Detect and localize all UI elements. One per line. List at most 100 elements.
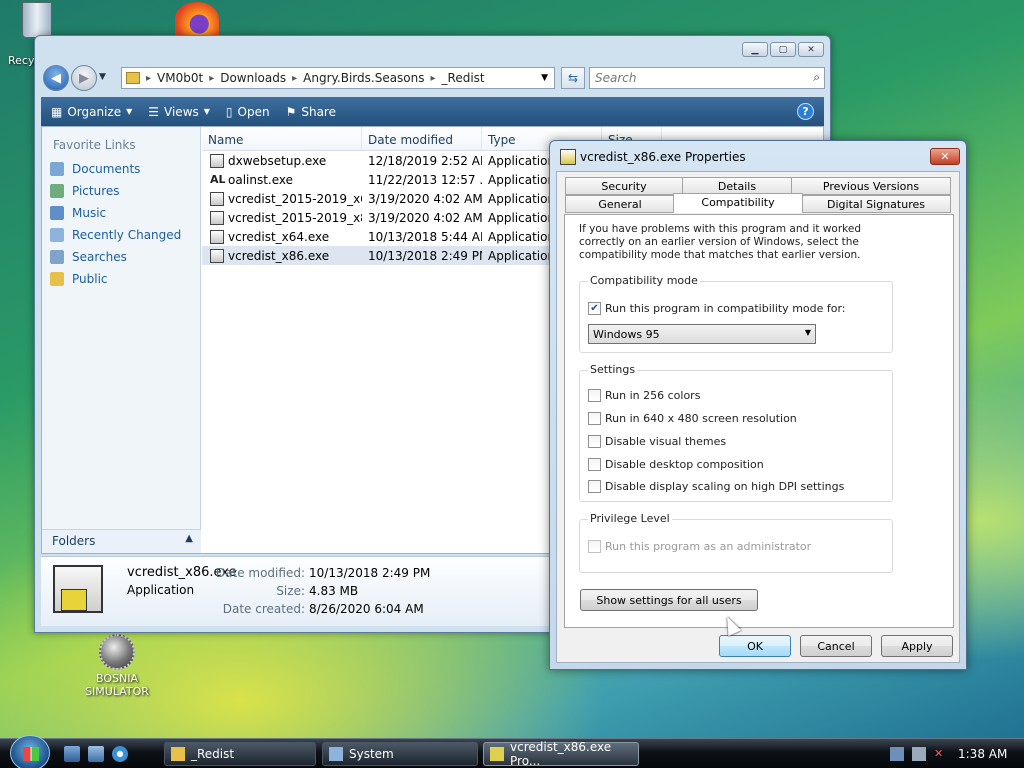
task-vcredist-properties[interactable]: vcredist_x86.exe Pro... [483, 740, 639, 768]
volume-muted-icon[interactable]: ✕ [934, 747, 948, 761]
close-button[interactable]: ✕ [930, 148, 960, 165]
file-date: 10/13/2018 2:49 PM [368, 248, 482, 263]
favorite-recently-changed[interactable]: Recently Changed [50, 224, 200, 246]
open-label: Open [237, 104, 270, 119]
recycle-bin-icon[interactable] [14, 2, 60, 38]
privilege-label: Privilege Level [588, 512, 672, 525]
disable-dpi-scaling-checkbox[interactable]: Disable display scaling on high DPI sett… [588, 480, 844, 493]
file-date: 12/18/2019 2:52 AM [368, 153, 482, 168]
chevron-down-icon: ▼ [126, 107, 133, 116]
minimize-button[interactable]: ▁ [742, 42, 768, 57]
network-icon[interactable] [890, 747, 904, 761]
run-as-admin-checkbox[interactable]: Run this program as an administrator [588, 540, 811, 553]
refresh-button[interactable]: ⇆ [561, 67, 585, 89]
compat-os-select[interactable]: Windows 95 ▼ [588, 324, 816, 344]
compat-mode-label: Run this program in compatibility mode f… [605, 302, 846, 315]
breadcrumb-redist[interactable]: _Redist [442, 71, 485, 85]
organize-button[interactable]: ▦ Organize ▼ [51, 105, 132, 119]
share-icon: ⚑ [285, 104, 297, 119]
recent-pages-chevron-icon[interactable]: ▼ [99, 72, 106, 82]
file-type: Application [488, 153, 552, 168]
run-256-colors-checkbox[interactable]: Run in 256 colors [588, 389, 700, 402]
run-640x480-checkbox[interactable]: Run in 640 x 480 screen resolution [588, 412, 797, 425]
favorite-label: Recently Changed [72, 228, 182, 242]
column-name[interactable]: Name [202, 127, 362, 150]
open-button[interactable]: ▯ Open [226, 105, 270, 119]
show-desktop-icon[interactable] [64, 746, 80, 762]
tab-compatibility[interactable]: Compatibility [673, 193, 803, 213]
installer-icon [210, 191, 224, 206]
start-button[interactable] [10, 735, 50, 768]
task-label: vcredist_x86.exe Pro... [510, 740, 612, 768]
task-system[interactable]: System [322, 742, 478, 766]
switch-windows-icon[interactable] [88, 746, 104, 762]
favorite-documents[interactable]: Documents [50, 158, 200, 180]
breadcrumb-downloads[interactable]: Downloads [220, 71, 286, 85]
tab-security[interactable]: Security [565, 177, 683, 195]
compat-mode-checkbox[interactable]: ✔ Run this program in compatibility mode … [588, 302, 846, 315]
installer-icon [210, 210, 224, 225]
size-label: Size: [276, 584, 305, 598]
installer-large-icon [53, 565, 103, 613]
help-icon[interactable]: ? [797, 103, 814, 120]
forward-button[interactable]: ▶ [71, 65, 97, 91]
close-button[interactable]: ✕ [798, 42, 824, 57]
file-date: 11/22/2013 12:57 ... [368, 172, 482, 187]
bosnia-label-2: SIMULATOR [85, 685, 149, 698]
tab-previous-versions[interactable]: Previous Versions [791, 177, 951, 195]
address-bar[interactable]: ▸ VM0b0t ▸ Downloads ▸ Angry.Birds.Seaso… [121, 67, 555, 89]
search-input[interactable]: Search ⌕ [589, 67, 825, 89]
checkmark-icon: ✔ [588, 302, 601, 315]
setting-label: Run in 256 colors [605, 389, 701, 402]
breadcrumb-angry-birds[interactable]: Angry.Birds.Seasons [303, 71, 424, 85]
apply-button[interactable]: Apply [881, 635, 953, 657]
favorite-public[interactable]: Public [50, 268, 200, 290]
breadcrumb-separator-icon: ▸ [430, 72, 436, 84]
ok-button[interactable]: OK [719, 635, 791, 657]
cancel-button[interactable]: Cancel [800, 635, 872, 657]
safely-remove-icon[interactable] [912, 747, 926, 761]
firefox-icon[interactable] [175, 2, 219, 36]
date-created-value: 8/26/2020 6:04 AM [309, 602, 424, 616]
column-date[interactable]: Date modified [362, 127, 482, 150]
file-type: Application [488, 229, 552, 244]
disable-desktop-composition-checkbox[interactable]: Disable desktop composition [588, 458, 764, 471]
maximize-button[interactable]: ▢ [770, 42, 796, 57]
folder-icon [126, 72, 140, 84]
favorite-music[interactable]: Music [50, 202, 200, 224]
tab-general[interactable]: General [565, 195, 675, 213]
clock[interactable]: 1:38 AM [958, 747, 1007, 761]
show-settings-all-users-button[interactable]: Show settings for all users [580, 589, 758, 611]
task-redist[interactable]: _Redist [164, 742, 316, 766]
recycle-bin-label: Recy [8, 54, 35, 67]
share-label: Share [301, 104, 336, 119]
search-icon[interactable]: ⌕ [813, 70, 820, 85]
views-label: Views [164, 104, 199, 119]
file-name: vcredist_2015-2019_x86... [228, 210, 362, 225]
favorite-searches[interactable]: Searches [50, 246, 200, 268]
installer-icon [210, 229, 224, 244]
date-created-label: Date created: [222, 602, 305, 616]
setup-icon [210, 153, 224, 168]
system-tray: ✕ 1:38 AM [884, 739, 1024, 768]
settings-label: Settings [588, 363, 638, 376]
tab-digital-signatures[interactable]: Digital Signatures [801, 195, 951, 213]
breadcrumb-vm0b0t[interactable]: VM0b0t [157, 71, 203, 85]
back-button[interactable]: ◀ [43, 65, 69, 91]
file-date: 3/19/2020 4:02 AM [368, 191, 482, 206]
bosnia-simulator-icon[interactable]: BOSNIA SIMULATOR [78, 634, 156, 698]
searches-icon [50, 250, 64, 264]
compatibility-panel: If you have problems with this program a… [564, 214, 954, 628]
views-button[interactable]: ☰ Views ▼ [148, 105, 210, 119]
file-date: 3/19/2020 4:02 AM [368, 210, 482, 225]
favorite-pictures[interactable]: Pictures [50, 180, 200, 202]
folders-toggle[interactable]: Folders ▲ [42, 529, 201, 553]
internet-explorer-icon[interactable] [112, 746, 128, 762]
properties-dialog: vcredist_x86.exe Properties ✕ Security D… [549, 140, 967, 670]
share-button[interactable]: ⚑ Share [286, 105, 336, 119]
file-type: Application [488, 210, 552, 225]
file-type: Application [488, 191, 552, 206]
task-label: _Redist [191, 747, 235, 761]
disable-visual-themes-checkbox[interactable]: Disable visual themes [588, 435, 726, 448]
address-dropdown-icon[interactable]: ▼ [541, 73, 548, 83]
